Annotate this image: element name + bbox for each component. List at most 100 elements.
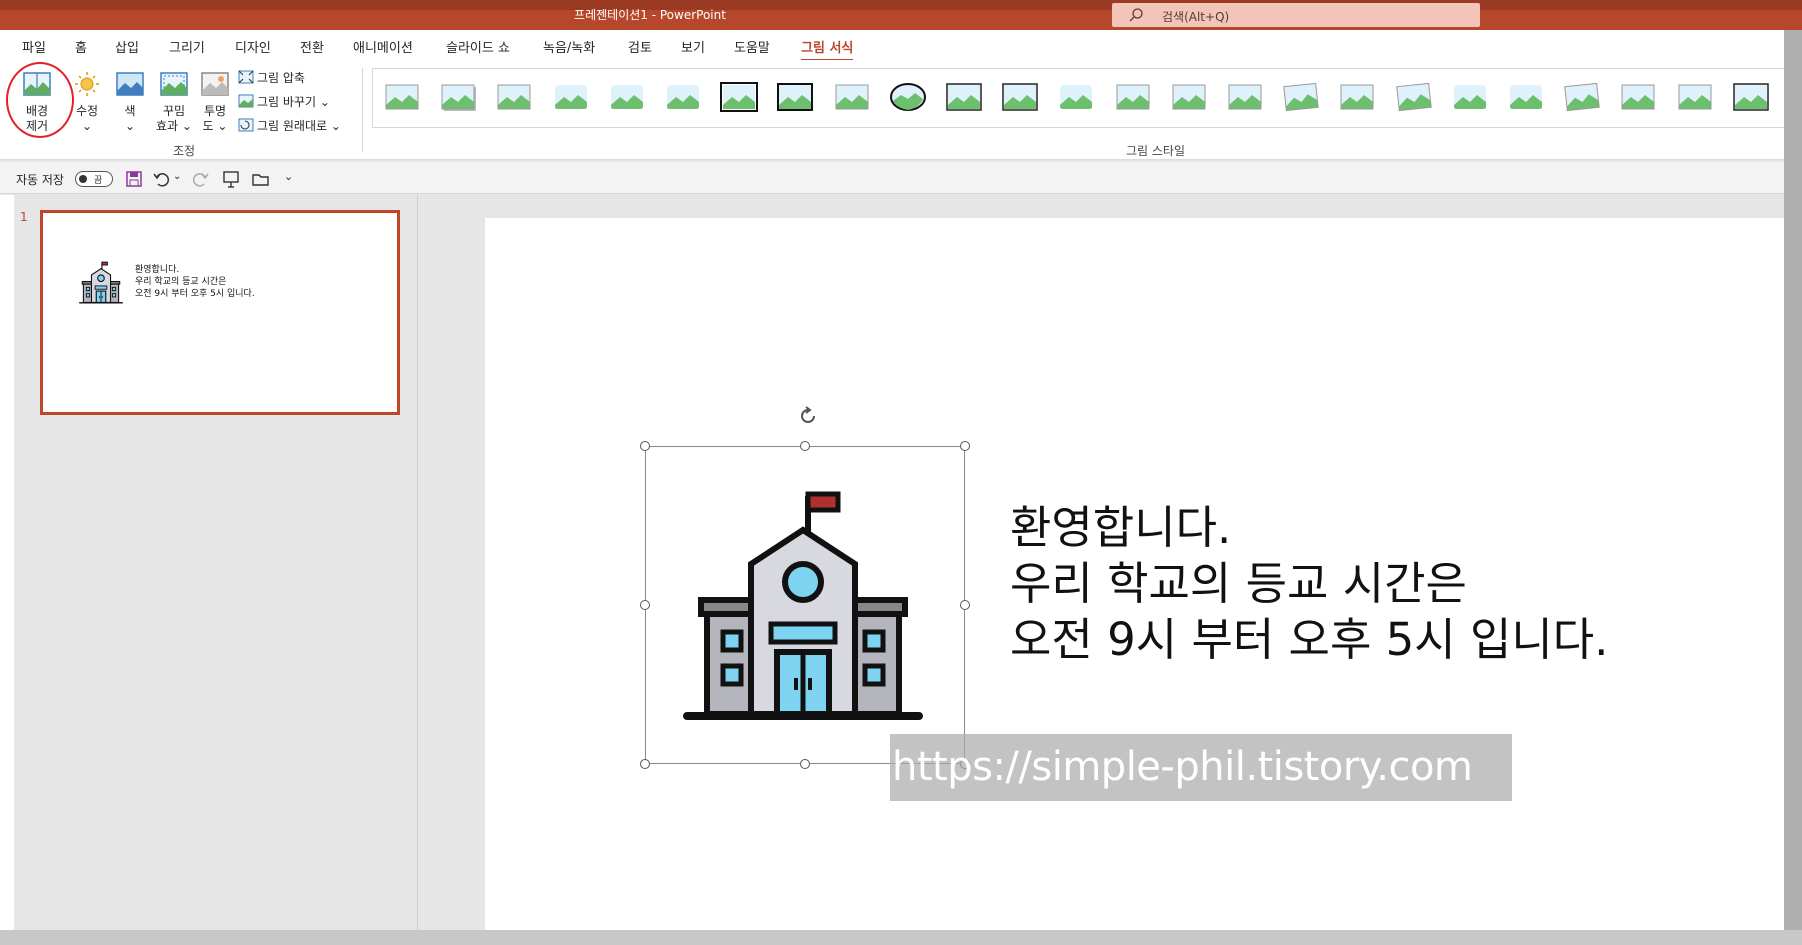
picture-color-icon — [116, 72, 144, 96]
picture-style-thumb[interactable] — [776, 81, 814, 113]
tab-review[interactable]: 검토 — [628, 37, 652, 56]
artistic-effects-label-2: 효과 ⌄ — [156, 119, 192, 133]
resize-handle-top-left[interactable] — [640, 441, 650, 451]
picture-style-thumb[interactable] — [1226, 81, 1264, 113]
picture-style-thumb[interactable] — [1676, 81, 1714, 113]
slide-number: 1 — [20, 210, 28, 224]
picture-style-thumb[interactable] — [1114, 81, 1152, 113]
tab-insert[interactable]: 삽입 — [115, 37, 139, 56]
resize-handle-top-right[interactable] — [960, 441, 970, 451]
tab-picture-format[interactable]: 그림 서식 — [801, 37, 854, 62]
watermark-overlay: https://simple-phil.tistory.com — [890, 734, 1512, 801]
artistic-effects-label-1: 꾸밈 — [162, 104, 186, 118]
resize-handle-left[interactable] — [640, 600, 650, 610]
change-picture-button[interactable]: 그림 바꾸기 ⌄ — [238, 93, 330, 110]
corrections-arrow: ⌄ — [81, 119, 93, 133]
transparency-label-1: 투명 — [203, 104, 227, 118]
adjust-group-label: 조정 — [173, 144, 196, 158]
undo-dropdown-icon[interactable]: ⌄ — [173, 171, 181, 182]
tab-record[interactable]: 녹음/녹화 — [543, 37, 595, 56]
tab-design[interactable]: 디자인 — [235, 37, 271, 56]
artistic-effects-button[interactable]: 꾸밈 효과 ⌄ — [154, 70, 194, 134]
title-bar: 프레젠테이션1 - PowerPoint 검색(Alt+Q) — [0, 0, 1802, 30]
picture-style-thumb[interactable] — [1001, 81, 1039, 113]
present-icon[interactable] — [221, 169, 241, 189]
rotate-handle-icon[interactable] — [796, 404, 820, 428]
compress-icon — [238, 70, 254, 84]
tab-transitions[interactable]: 전환 — [300, 37, 324, 56]
picture-style-thumb[interactable] — [383, 81, 421, 113]
slide-text-line: 우리 학교의 등교 시간은 — [1010, 557, 1467, 610]
save-icon[interactable] — [124, 169, 144, 189]
picture-style-thumb[interactable] — [1057, 81, 1095, 113]
transparency-icon — [201, 72, 229, 96]
thumbnail-text: 환영합니다. 우리 학교의 등교 시간은 오전 9시 부터 오후 5시 입니다. — [135, 264, 255, 300]
slide-text-box[interactable]: 환영합니다. 우리 학교의 등교 시간은 오전 9시 부터 오후 5시 입니다. — [1010, 500, 1609, 668]
bottom-edge — [0, 930, 1802, 945]
reset-picture-label: 그림 원래대로 ⌄ — [257, 119, 341, 133]
school-building-icon — [683, 490, 923, 726]
picture-styles-gallery — [372, 68, 1802, 128]
tab-view[interactable]: 보기 — [681, 37, 705, 56]
autosave-toggle[interactable]: 끔 — [75, 171, 113, 187]
artistic-effects-icon — [160, 72, 188, 96]
tab-file[interactable]: 파일 — [22, 37, 46, 56]
picture-style-thumb[interactable] — [1451, 81, 1489, 113]
window-title: 프레젠테이션1 - PowerPoint — [574, 8, 726, 22]
picture-style-thumb[interactable] — [1732, 81, 1770, 113]
picture-style-thumb[interactable] — [664, 81, 702, 113]
picture-style-thumb[interactable] — [945, 81, 983, 113]
picture-style-thumb[interactable] — [1282, 81, 1320, 113]
search-box[interactable]: 검색(Alt+Q) — [1112, 3, 1480, 27]
picture-style-thumb[interactable] — [1507, 81, 1545, 113]
ribbon-tabs: 파일 홈 삽입 그리기 디자인 전환 애니메이션 슬라이드 쇼 녹음/녹화 검토… — [0, 30, 1802, 62]
group-separator — [362, 68, 363, 152]
picture-style-thumb[interactable] — [833, 81, 871, 113]
slide-thumbnail[interactable]: 환영합니다. 우리 학교의 등교 시간은 오전 9시 부터 오후 5시 입니다. — [40, 210, 400, 415]
change-picture-icon — [238, 94, 254, 108]
picture-style-thumb[interactable] — [608, 81, 646, 113]
picture-style-thumb[interactable] — [720, 81, 759, 113]
picture-style-thumb[interactable] — [495, 81, 533, 113]
autosave-label: 자동 저장 — [16, 173, 64, 187]
color-button[interactable]: 색 ⌄ — [114, 70, 146, 134]
transparency-button[interactable]: 투명 도 ⌄ — [198, 70, 232, 134]
compress-label: 그림 압축 — [257, 71, 305, 85]
picture-style-thumb[interactable] — [439, 81, 477, 113]
compress-pictures-button[interactable]: 그림 압축 — [238, 69, 305, 86]
resize-handle-right[interactable] — [960, 600, 970, 610]
transparency-label-2: 도 ⌄ — [202, 119, 228, 133]
tab-animations[interactable]: 애니메이션 — [353, 37, 413, 56]
resize-handle-bottom[interactable] — [800, 759, 810, 769]
open-folder-icon[interactable] — [251, 169, 271, 189]
thumbnail-line: 우리 학교의 등교 시간은 — [135, 277, 227, 287]
picture-style-thumb[interactable] — [1563, 81, 1601, 113]
red-annotation-circle — [6, 62, 74, 138]
search-icon — [1129, 8, 1143, 22]
corrections-button[interactable]: 수정 ⌄ — [70, 70, 104, 134]
picture-style-thumb[interactable] — [1619, 81, 1657, 113]
slide-text-line: 오전 9시 부터 오후 5시 입니다. — [1010, 613, 1609, 666]
toggle-knob — [79, 175, 87, 183]
tab-slideshow[interactable]: 슬라이드 쇼 — [446, 37, 510, 56]
tab-help[interactable]: 도움말 — [734, 37, 770, 56]
redo-icon[interactable] — [190, 169, 210, 189]
school-thumbnail-icon — [79, 261, 123, 304]
resize-handle-top[interactable] — [800, 441, 810, 451]
customize-toolbar-icon[interactable]: ⌄ — [284, 170, 293, 183]
thumbnail-line: 환영합니다. — [135, 265, 180, 275]
tab-draw[interactable]: 그리기 — [169, 37, 205, 56]
picture-style-thumb[interactable] — [889, 81, 927, 113]
undo-icon[interactable] — [152, 169, 172, 189]
picture-style-thumb[interactable] — [552, 81, 590, 113]
reset-picture-button[interactable]: 그림 원래대로 ⌄ — [238, 117, 341, 134]
picture-style-thumb[interactable] — [1170, 81, 1208, 113]
change-picture-label: 그림 바꾸기 ⌄ — [257, 95, 330, 109]
picture-style-thumb[interactable] — [1338, 81, 1376, 113]
picture-styles-group-label: 그림 스타일 — [1126, 144, 1186, 158]
tab-home[interactable]: 홈 — [75, 37, 87, 56]
autosave-state: 끔 — [94, 176, 103, 186]
picture-style-thumb[interactable] — [1395, 81, 1433, 113]
resize-handle-bottom-left[interactable] — [640, 759, 650, 769]
search-placeholder: 검색(Alt+Q) — [1162, 10, 1230, 24]
